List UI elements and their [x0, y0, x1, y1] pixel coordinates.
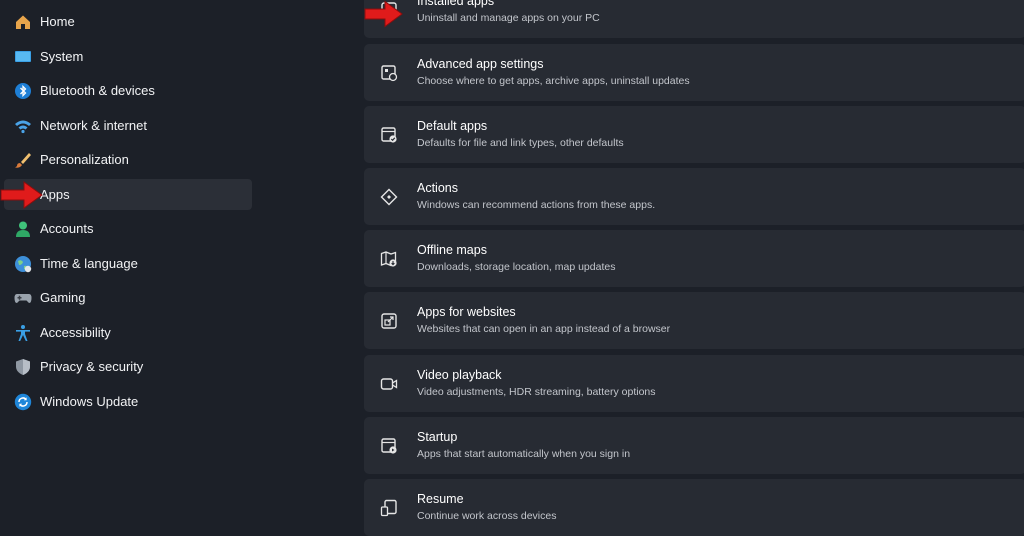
sidebar-item-gaming[interactable]: Gaming: [4, 282, 252, 313]
sidebar-item-windows-update[interactable]: Windows Update: [4, 386, 252, 417]
card-subtitle: Choose where to get apps, archive apps, …: [417, 75, 690, 87]
startup-icon: [380, 437, 398, 455]
startup-card[interactable]: Startup Apps that start automatically wh…: [364, 417, 1024, 474]
annotation-arrow-icon: [364, 0, 403, 28]
offline-maps-card[interactable]: Offline maps Downloads, storage location…: [364, 230, 1024, 287]
advanced-app-settings-card[interactable]: Advanced app settings Choose where to ge…: [364, 44, 1024, 101]
card-title: Actions: [417, 181, 458, 195]
resume-card[interactable]: Resume Continue work across devices: [364, 479, 1024, 536]
card-subtitle: Downloads, storage location, map updates: [417, 261, 616, 273]
card-subtitle: Websites that can open in an app instead…: [417, 323, 671, 335]
card-title: Video playback: [417, 368, 502, 382]
sidebar-item-label: Privacy & security: [40, 359, 144, 374]
sidebar-item-label: Accounts: [40, 221, 94, 236]
sidebar-item-accessibility[interactable]: Accessibility: [4, 317, 252, 348]
sidebar-item-label: Accessibility: [40, 325, 111, 340]
gamepad-icon: [14, 289, 32, 307]
card-title: Installed apps: [417, 0, 495, 8]
bluetooth-icon: [14, 82, 32, 100]
sidebar-item-accounts[interactable]: Accounts: [4, 213, 252, 244]
map-icon: [380, 250, 398, 268]
default-apps-card[interactable]: Default apps Defaults for file and link …: [364, 106, 1024, 163]
card-title: Offline maps: [417, 243, 487, 257]
apps-for-websites-card[interactable]: Apps for websites Websites that can open…: [364, 292, 1024, 349]
card-subtitle: Uninstall and manage apps on your PC: [417, 12, 600, 24]
sidebar-item-home[interactable]: Home: [4, 6, 252, 37]
card-subtitle: Windows can recommend actions from these…: [417, 199, 656, 211]
wifi-icon: [14, 117, 32, 135]
card-title: Resume: [417, 492, 464, 506]
sidebar-item-privacy[interactable]: Privacy & security: [4, 351, 252, 382]
video-icon: [380, 375, 398, 393]
sidebar-item-label: Network & internet: [40, 118, 147, 133]
sidebar-item-label: Time & language: [40, 256, 138, 271]
advanced-settings-icon: [380, 64, 398, 82]
sidebar-item-label: Home: [40, 14, 75, 29]
resume-icon: [380, 499, 398, 517]
sidebar-item-label: Personalization: [40, 152, 129, 167]
actions-card[interactable]: Actions Windows can recommend actions fr…: [364, 168, 1024, 225]
shield-icon: [14, 358, 32, 376]
sidebar-item-label: Apps: [40, 187, 70, 202]
sidebar-item-personalization[interactable]: Personalization: [4, 144, 252, 175]
accessibility-icon: [14, 324, 32, 342]
sidebar-item-system[interactable]: System: [4, 41, 252, 72]
globe-icon: [14, 255, 32, 273]
actions-icon: [380, 188, 398, 206]
video-playback-card[interactable]: Video playback Video adjustments, HDR st…: [364, 355, 1024, 412]
card-subtitle: Defaults for file and link types, other …: [417, 137, 624, 149]
card-subtitle: Apps that start automatically when you s…: [417, 448, 631, 460]
card-title: Startup: [417, 430, 458, 444]
apps-settings-panel: Installed apps Uninstall and manage apps…: [262, 0, 1024, 536]
installed-apps-card[interactable]: Installed apps Uninstall and manage apps…: [364, 0, 1024, 38]
card-title: Apps for websites: [417, 305, 516, 319]
card-subtitle: Continue work across devices: [417, 510, 557, 522]
home-icon: [14, 13, 32, 31]
card-subtitle: Video adjustments, HDR streaming, batter…: [417, 386, 656, 398]
card-title: Default apps: [417, 119, 488, 133]
update-icon: [14, 393, 32, 411]
sidebar-item-label: System: [40, 49, 84, 64]
sidebar-item-time-language[interactable]: Time & language: [4, 248, 252, 279]
annotation-arrow-icon: [0, 181, 43, 209]
sidebar-item-bluetooth[interactable]: Bluetooth & devices: [4, 75, 252, 106]
system-icon: [14, 48, 32, 66]
card-title: Advanced app settings: [417, 57, 544, 71]
sidebar-item-label: Bluetooth & devices: [40, 83, 155, 98]
default-apps-icon: [380, 126, 398, 144]
person-icon: [14, 220, 32, 238]
sidebar-item-label: Gaming: [40, 290, 86, 305]
brush-icon: [14, 151, 32, 169]
open-external-icon: [380, 312, 398, 330]
sidebar-nav: Home System Bluetooth & devices Network …: [0, 0, 262, 536]
sidebar-item-label: Windows Update: [40, 394, 139, 409]
sidebar-item-network[interactable]: Network & internet: [4, 110, 252, 141]
